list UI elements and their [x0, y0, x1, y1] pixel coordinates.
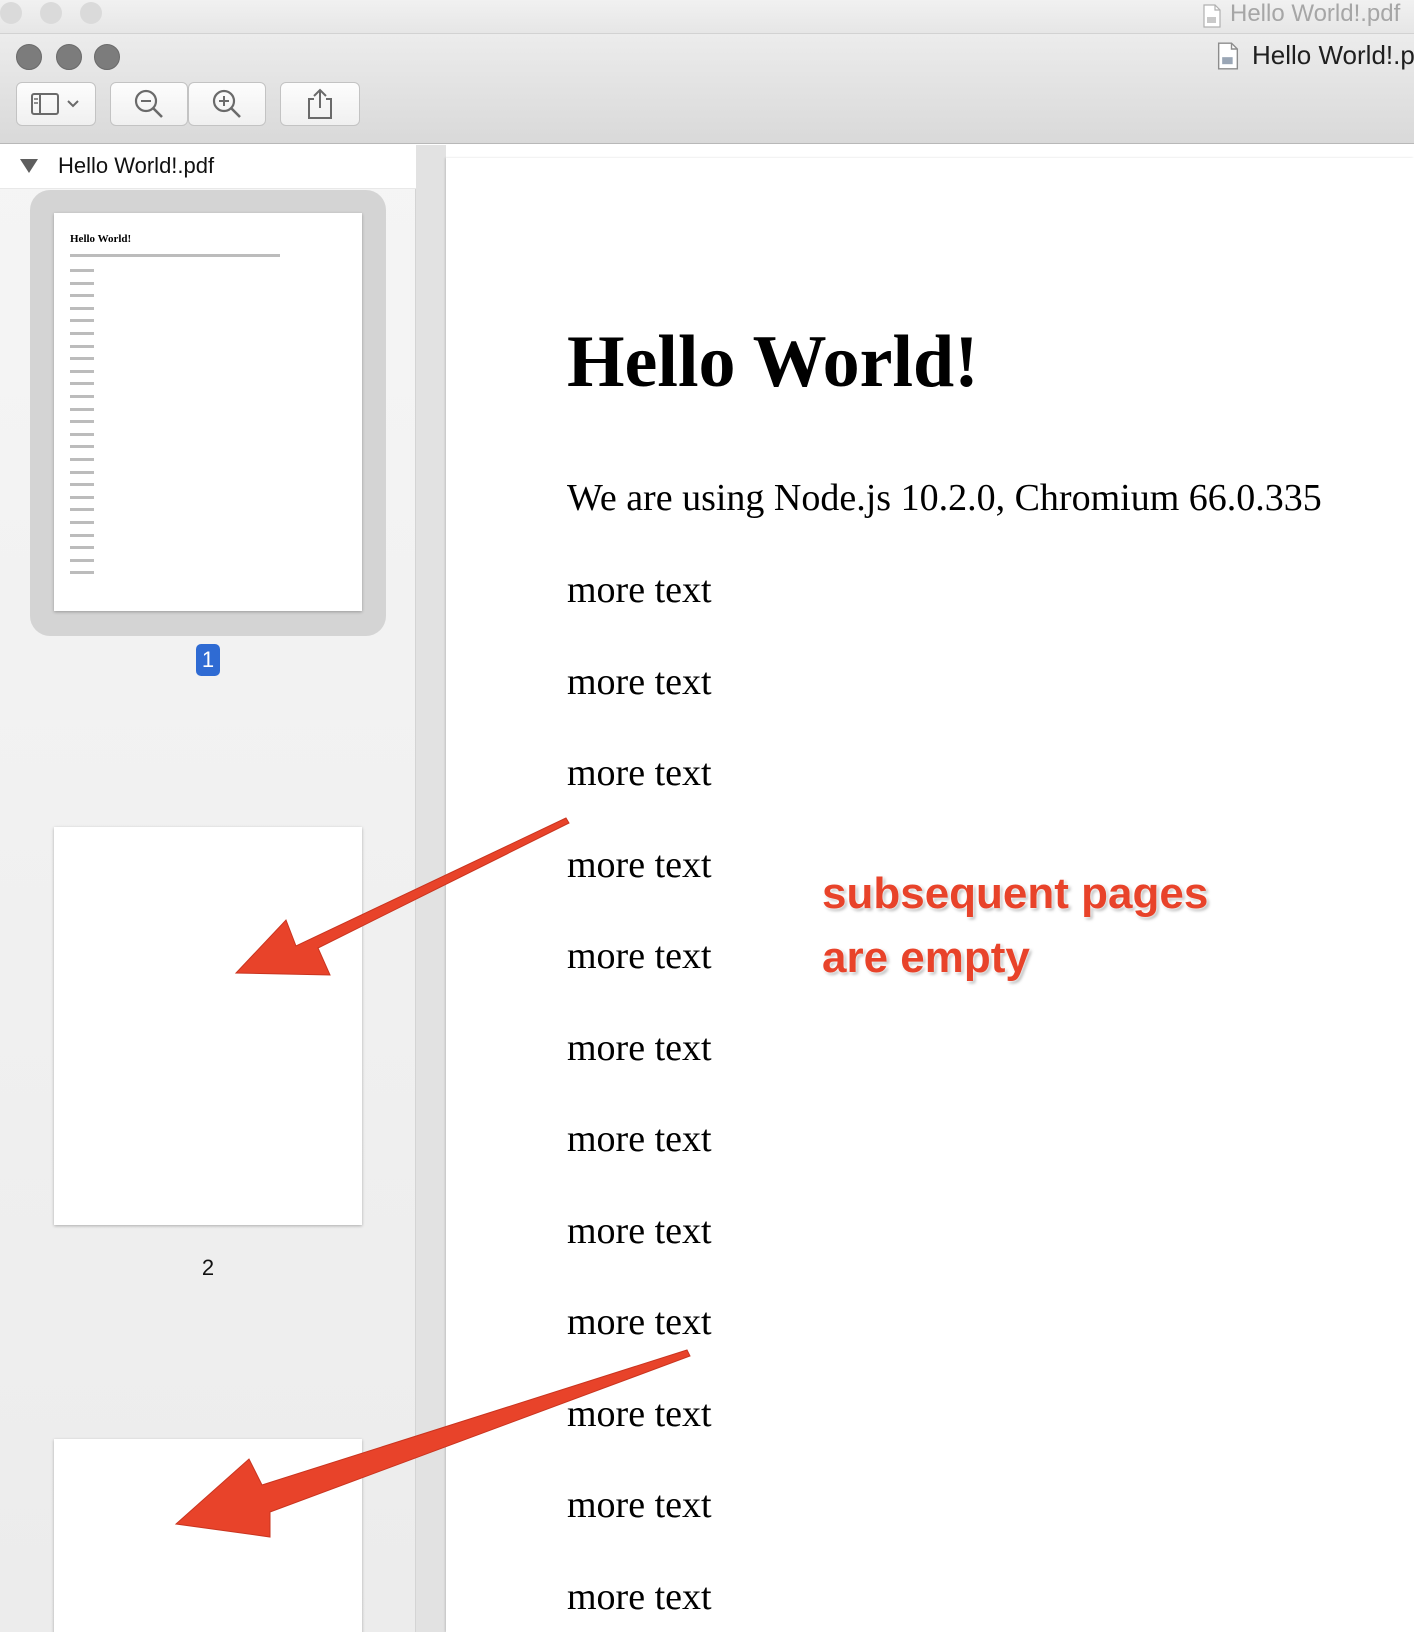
annotation-line-2: are empty — [822, 933, 1030, 982]
sidebar-divider[interactable] — [416, 145, 446, 1632]
thumbnail-text-line — [70, 332, 94, 335]
pdf-document-icon — [1203, 4, 1221, 28]
document-title: Hello World! — [567, 321, 979, 403]
zoom-out-icon — [134, 89, 163, 118]
page-thumbnail-2[interactable] — [54, 827, 362, 1225]
page-thumbnail-3[interactable] — [54, 1439, 362, 1632]
document-text-line: more text — [567, 752, 712, 794]
zoom-in-button[interactable] — [188, 82, 266, 126]
thumbnail-text-line — [70, 357, 94, 361]
background-close-button[interactable] — [0, 2, 22, 24]
thumbnail-text-line — [70, 445, 94, 449]
sidebar-document-row[interactable]: Hello World!.pdf — [0, 145, 416, 189]
chevron-down-icon — [67, 100, 79, 108]
background-zoom-button[interactable] — [80, 2, 102, 24]
zoom-out-button[interactable] — [110, 82, 188, 126]
disclosure-triangle-icon[interactable] — [20, 159, 38, 173]
thumbnail-text-line — [70, 306, 94, 310]
share-button[interactable] — [280, 82, 360, 126]
thumbnail-text-line — [70, 254, 280, 257]
thumbnail-text-line — [70, 319, 94, 323]
document-text-line: more text — [567, 843, 712, 886]
thumbnail-text-line — [70, 533, 94, 537]
thumbnail-text-line — [70, 281, 94, 285]
minimize-button[interactable] — [56, 44, 82, 70]
share-icon — [308, 88, 332, 119]
thumbnail-text-line — [70, 269, 94, 272]
thumbnail-text-line — [70, 458, 94, 461]
thumbnail-text-line — [70, 407, 94, 411]
annotation-callout: subsequent pages are empty — [822, 862, 1208, 990]
background-minimize-button[interactable] — [40, 2, 62, 24]
window-title: Hello World!.pdf — [1252, 40, 1414, 70]
document-text-line: more text — [567, 1301, 712, 1343]
thumbnail-text-line — [70, 508, 94, 512]
document-text-line: more text — [567, 1392, 712, 1435]
close-button[interactable] — [16, 44, 42, 70]
sidebar-view-icon — [31, 93, 79, 115]
thumbnail-text-line — [70, 420, 94, 424]
page-number-2: 2 — [201, 1255, 215, 1280]
document-intro: We are using Node.js 10.2.0, Chromium 66… — [567, 477, 1322, 519]
thumbnail-text-line — [70, 294, 94, 298]
window-title-area: Hello World!.pdf — [1216, 40, 1414, 71]
page-number-badge-1: 1 — [196, 644, 220, 676]
thumbnail-text-line — [70, 395, 94, 398]
thumbnail-text-line — [70, 558, 94, 562]
document-text-line: more text — [567, 1575, 712, 1618]
document-text-line: more text — [567, 1209, 712, 1252]
thumbnail-text-line — [70, 470, 94, 474]
sidebar-document-name: Hello World!.pdf — [58, 153, 215, 178]
pdf-document-icon — [1217, 41, 1239, 70]
document-text-line: more text — [567, 1026, 712, 1069]
thumbnail-text-line — [70, 495, 94, 499]
thumbnail-text-line — [70, 546, 94, 550]
sidebar-toggle-button[interactable] — [16, 82, 96, 126]
document-text-line: more text — [567, 1118, 712, 1160]
document-text-line: more text — [567, 935, 712, 977]
annotation-line-1: subsequent pages — [822, 869, 1209, 918]
thumbnail-text-line — [70, 344, 94, 348]
thumbnail-title: Hello World! — [70, 233, 132, 245]
thumbnail-text-line — [70, 432, 94, 436]
thumbnail-text-line — [70, 521, 94, 524]
document-text-line: more text — [567, 660, 712, 703]
thumbnail-text-line — [70, 382, 94, 386]
zoom-in-icon — [212, 89, 241, 118]
thumbnail-sidebar[interactable]: Hello World!.pdf Hello World! 1 2 — [0, 145, 416, 1632]
page-thumbnail-1[interactable]: Hello World! — [54, 213, 362, 611]
thumbnail-text-line — [70, 571, 94, 575]
background-window-title: Hello World!.pdf — [1230, 0, 1401, 27]
window-toolbar: Hello World!.pdf — [0, 34, 1414, 144]
zoom-button[interactable] — [94, 44, 120, 70]
document-text-line: more text — [567, 569, 712, 611]
document-text-line: more text — [567, 1484, 712, 1526]
background-window-titlebar: Hello World!.pdf — [0, 0, 1414, 34]
thumbnail-text-line — [70, 483, 94, 487]
thumbnail-text-line — [70, 369, 94, 373]
